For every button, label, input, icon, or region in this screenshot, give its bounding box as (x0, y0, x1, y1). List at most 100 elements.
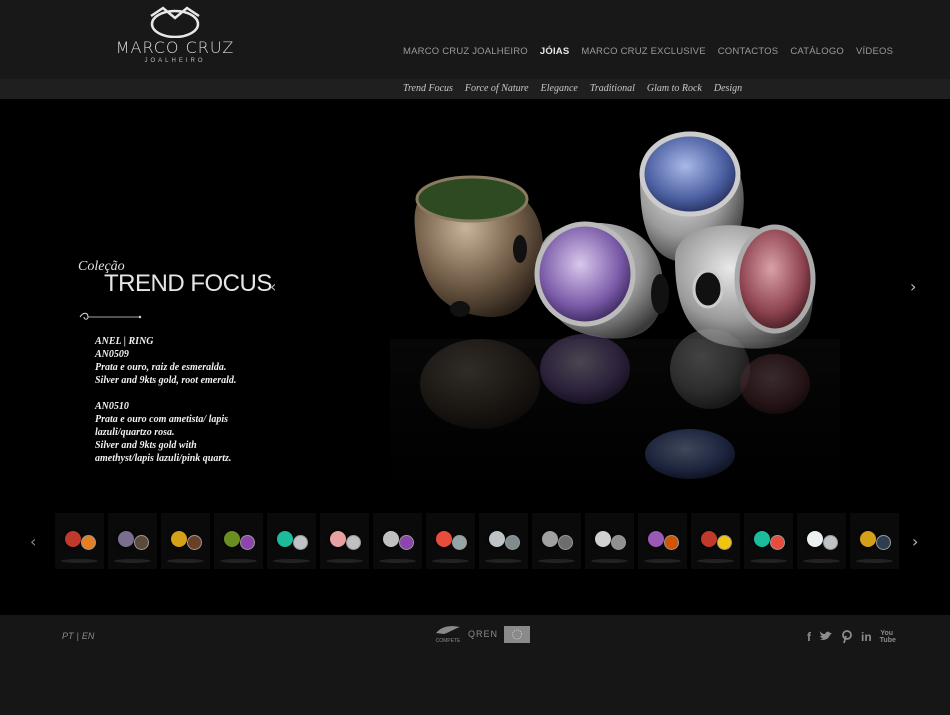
subnav-force-of-nature[interactable]: Force of Nature (465, 83, 529, 94)
thumbnail-jewel (330, 531, 346, 547)
nav-contactos[interactable]: CONTACTOS (718, 46, 779, 57)
thumbnail-item[interactable] (373, 513, 422, 569)
thumbnail-item[interactable] (638, 513, 687, 569)
thumbnail-jewel (224, 531, 240, 547)
thumbnail-jewel (664, 535, 679, 550)
compete-logo[interactable]: COMPETE (434, 624, 462, 644)
thumbnail-shadow (61, 559, 98, 563)
thumbnail-item[interactable] (479, 513, 528, 569)
subnav-elegance[interactable]: Elegance (541, 83, 578, 94)
compete-label: COMPETE (435, 638, 461, 644)
lang-en[interactable]: EN (82, 631, 95, 641)
thumbnail-jewel (293, 535, 308, 550)
thumbnail-jewel (452, 535, 467, 550)
brand-subtitle: JOALHEIRO (144, 58, 206, 64)
thumbnail-jewel (399, 535, 414, 550)
ring-pink-quartz (675, 224, 816, 349)
thumbnail-item[interactable] (691, 513, 740, 569)
desc-line: lazuli/quartzo rosa. (95, 427, 175, 438)
thumbnail-jewel (65, 531, 81, 547)
lang-separator: | (76, 631, 79, 641)
desc-line: amethyst/lapis lazuli/pink quartz. (95, 453, 232, 464)
thumbnail-item[interactable] (585, 513, 634, 569)
subnav-trend-focus[interactable]: Trend Focus (403, 83, 453, 94)
site-header: MARCO CRUZ JOALHEIRO MARCO CRUZ JOALHEIR… (0, 0, 950, 79)
thumbnail-item[interactable] (267, 513, 316, 569)
thumbnail-jewel (807, 531, 823, 547)
thumbnail-shadow (803, 559, 840, 563)
nav-marco-cruz-exclusive[interactable]: MARCO CRUZ EXCLUSIVE (581, 46, 705, 57)
thumbnail-item[interactable] (55, 513, 104, 569)
twitter-icon[interactable] (819, 630, 833, 647)
thumbnail-jewel (701, 531, 717, 547)
thumbnail-item[interactable] (744, 513, 793, 569)
thumbs-next-arrow[interactable]: › (912, 532, 918, 551)
thumbnail-item[interactable] (850, 513, 899, 569)
nav-joias[interactable]: JÓIAS (540, 46, 570, 57)
thumbnail-item[interactable] (797, 513, 846, 569)
thumbnail-item[interactable] (426, 513, 475, 569)
pinterest-icon[interactable] (841, 630, 853, 647)
thumbnail-jewel (134, 535, 149, 550)
thumbnail-jewel (118, 531, 134, 547)
crown-logo-icon (150, 6, 200, 38)
thumbnail-shadow (114, 559, 151, 563)
thumbnail-shadow (379, 559, 416, 563)
thumbnail-jewel (717, 535, 732, 550)
desc-line: AN0510 (95, 401, 129, 412)
language-switcher: PT | EN (62, 631, 94, 641)
subnav-traditional[interactable]: Traditional (590, 83, 635, 94)
rings-reflection (390, 329, 840, 499)
thumbnail-strip (55, 513, 900, 571)
main-nav: MARCO CRUZ JOALHEIRO JÓIAS MARCO CRUZ EX… (403, 46, 893, 57)
thumbnail-shadow (750, 559, 787, 563)
thumbnail-item[interactable] (214, 513, 263, 569)
ornament-divider-icon (79, 312, 142, 320)
thumbnail-shadow (856, 559, 893, 563)
thumbnail-jewel (81, 535, 96, 550)
thumbnail-jewel (346, 535, 361, 550)
qren-logo[interactable]: QREN (468, 630, 498, 639)
thumbnail-shadow (326, 559, 363, 563)
thumbnail-shadow (591, 559, 628, 563)
subnav-design[interactable]: Design (714, 83, 742, 94)
thumbnail-jewel (542, 531, 558, 547)
thumbnail-jewel (240, 535, 255, 550)
thumbs-prev-arrow[interactable]: ‹ (30, 532, 36, 551)
lang-pt[interactable]: PT (62, 631, 74, 641)
eu-flag-icon[interactable] (504, 625, 531, 643)
social-links: f in You Tube (807, 630, 896, 647)
chevron-right-icon[interactable]: › (910, 277, 916, 296)
nav-videos[interactable]: VÍDEOS (856, 46, 893, 57)
collection-subnav: Trend Focus Force of Nature Elegance Tra… (403, 83, 742, 94)
compete-bird-icon (436, 626, 460, 634)
facebook-icon[interactable]: f (807, 630, 811, 647)
thumbnail-shadow (273, 559, 310, 563)
thumbnail-jewel (187, 535, 202, 550)
thumbnail-shadow (697, 559, 734, 563)
desc-line: Silver and 9kts gold with (95, 440, 197, 451)
desc-line: ANEL | RING (95, 336, 154, 347)
thumbnail-jewel (595, 531, 611, 547)
desc-line: Prata e ouro com ametista/ lapis (95, 414, 229, 425)
thumbnail-shadow (220, 559, 257, 563)
thumbnail-jewel (505, 535, 520, 550)
desc-line: AN0509 (95, 349, 129, 360)
thumbnail-item[interactable] (532, 513, 581, 569)
thumbnail-item[interactable] (108, 513, 157, 569)
nav-marco-cruz-joalheiro[interactable]: MARCO CRUZ JOALHEIRO (403, 46, 528, 57)
linkedin-icon[interactable]: in (861, 630, 872, 647)
thumbnail-item[interactable] (320, 513, 369, 569)
rings-photo (390, 131, 840, 499)
thumbnail-shadow (167, 559, 204, 563)
thumbnail-item[interactable] (161, 513, 210, 569)
brand-logo[interactable]: MARCO CRUZ JOALHEIRO (112, 4, 238, 70)
nav-catalogo[interactable]: CATÁLOGO (790, 46, 844, 57)
chevron-left-icon[interactable]: ‹ (270, 277, 276, 296)
subnav-glam-to-rock[interactable]: Glam to Rock (647, 83, 702, 94)
desc-line: Prata e ouro, raiz de esmeralda. (95, 362, 227, 373)
site-footer: PT | EN COMPETE QREN f in You Tube (0, 615, 950, 715)
desc-line: Silver and 9kts gold, root emerald. (95, 375, 237, 386)
thumbnail-jewel (489, 531, 505, 547)
youtube-icon[interactable]: You Tube (880, 630, 896, 647)
